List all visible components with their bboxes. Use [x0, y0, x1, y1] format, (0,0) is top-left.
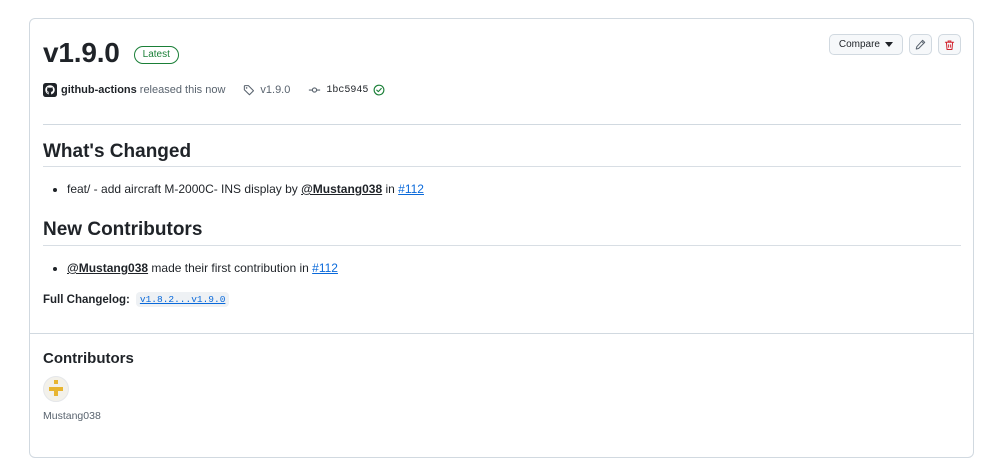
user-link[interactable]: @Mustang038: [67, 261, 148, 275]
changes-list: feat/ - add aircraft M-2000C- INS displa…: [43, 180, 424, 198]
heading-divider: [43, 245, 961, 246]
trash-icon: [944, 40, 955, 50]
contributor-name[interactable]: Mustang038: [43, 410, 101, 422]
pr-link[interactable]: #112: [398, 182, 424, 196]
contribution-text: made their first contribution in: [148, 261, 313, 275]
heading-divider: [43, 166, 961, 167]
contributors-section: Contributors Mustang038: [30, 333, 973, 457]
change-text: feat/ - add aircraft M-2000C- INS displa…: [67, 182, 302, 196]
release-commit[interactable]: 1bc5945: [308, 84, 385, 96]
delete-button[interactable]: [938, 34, 961, 55]
triangle-down-icon: [885, 42, 893, 47]
release-title[interactable]: v1.9.0: [43, 37, 120, 69]
user-link[interactable]: @Mustang038: [301, 182, 382, 196]
latest-badge: Latest: [133, 46, 179, 64]
commit-hash: 1bc5945: [326, 84, 369, 96]
tag-label: v1.9.0: [260, 84, 291, 96]
contributors-heading: Contributors: [43, 350, 134, 367]
release-card: v1.9.0 Latest Compare github-actions rel…: [29, 18, 974, 458]
release-body: v1.9.0 Latest Compare github-actions rel…: [30, 19, 973, 333]
compare-button[interactable]: Compare: [828, 34, 903, 55]
new-contributors-list: @Mustang038 made their first contributio…: [43, 259, 338, 277]
changelog-link[interactable]: v1.8.2...v1.9.0: [135, 292, 230, 307]
release-header: v1.9.0 Latest: [43, 37, 179, 69]
pr-link[interactable]: #112: [312, 261, 338, 275]
release-meta: github-actions released this now v1.9.0 …: [43, 83, 385, 97]
pencil-icon: [915, 39, 926, 50]
whats-changed-heading: What's Changed: [43, 141, 192, 162]
header-divider: [43, 124, 961, 125]
identicon-icon: [49, 380, 63, 396]
new-contributors-heading: New Contributors: [43, 219, 203, 240]
changelog-label: Full Changelog:: [43, 293, 130, 306]
list-item: @Mustang038 made their first contributio…: [67, 259, 338, 277]
release-author[interactable]: github-actions: [61, 84, 137, 96]
avatar[interactable]: [43, 376, 69, 402]
release-actions: Compare: [828, 34, 961, 55]
released-text: released this now: [139, 84, 226, 96]
tag-icon: [244, 85, 255, 96]
full-changelog: Full Changelog: v1.8.2...v1.9.0: [43, 292, 230, 307]
edit-button[interactable]: [909, 34, 932, 55]
release-tag[interactable]: v1.9.0: [243, 84, 290, 96]
git-commit-icon: [309, 87, 321, 93]
check-circle-icon: [373, 84, 385, 96]
compare-label: Compare: [838, 39, 880, 50]
change-in-text: in: [382, 182, 399, 196]
list-item: feat/ - add aircraft M-2000C- INS displa…: [67, 180, 424, 198]
github-logo-icon[interactable]: [43, 83, 57, 97]
